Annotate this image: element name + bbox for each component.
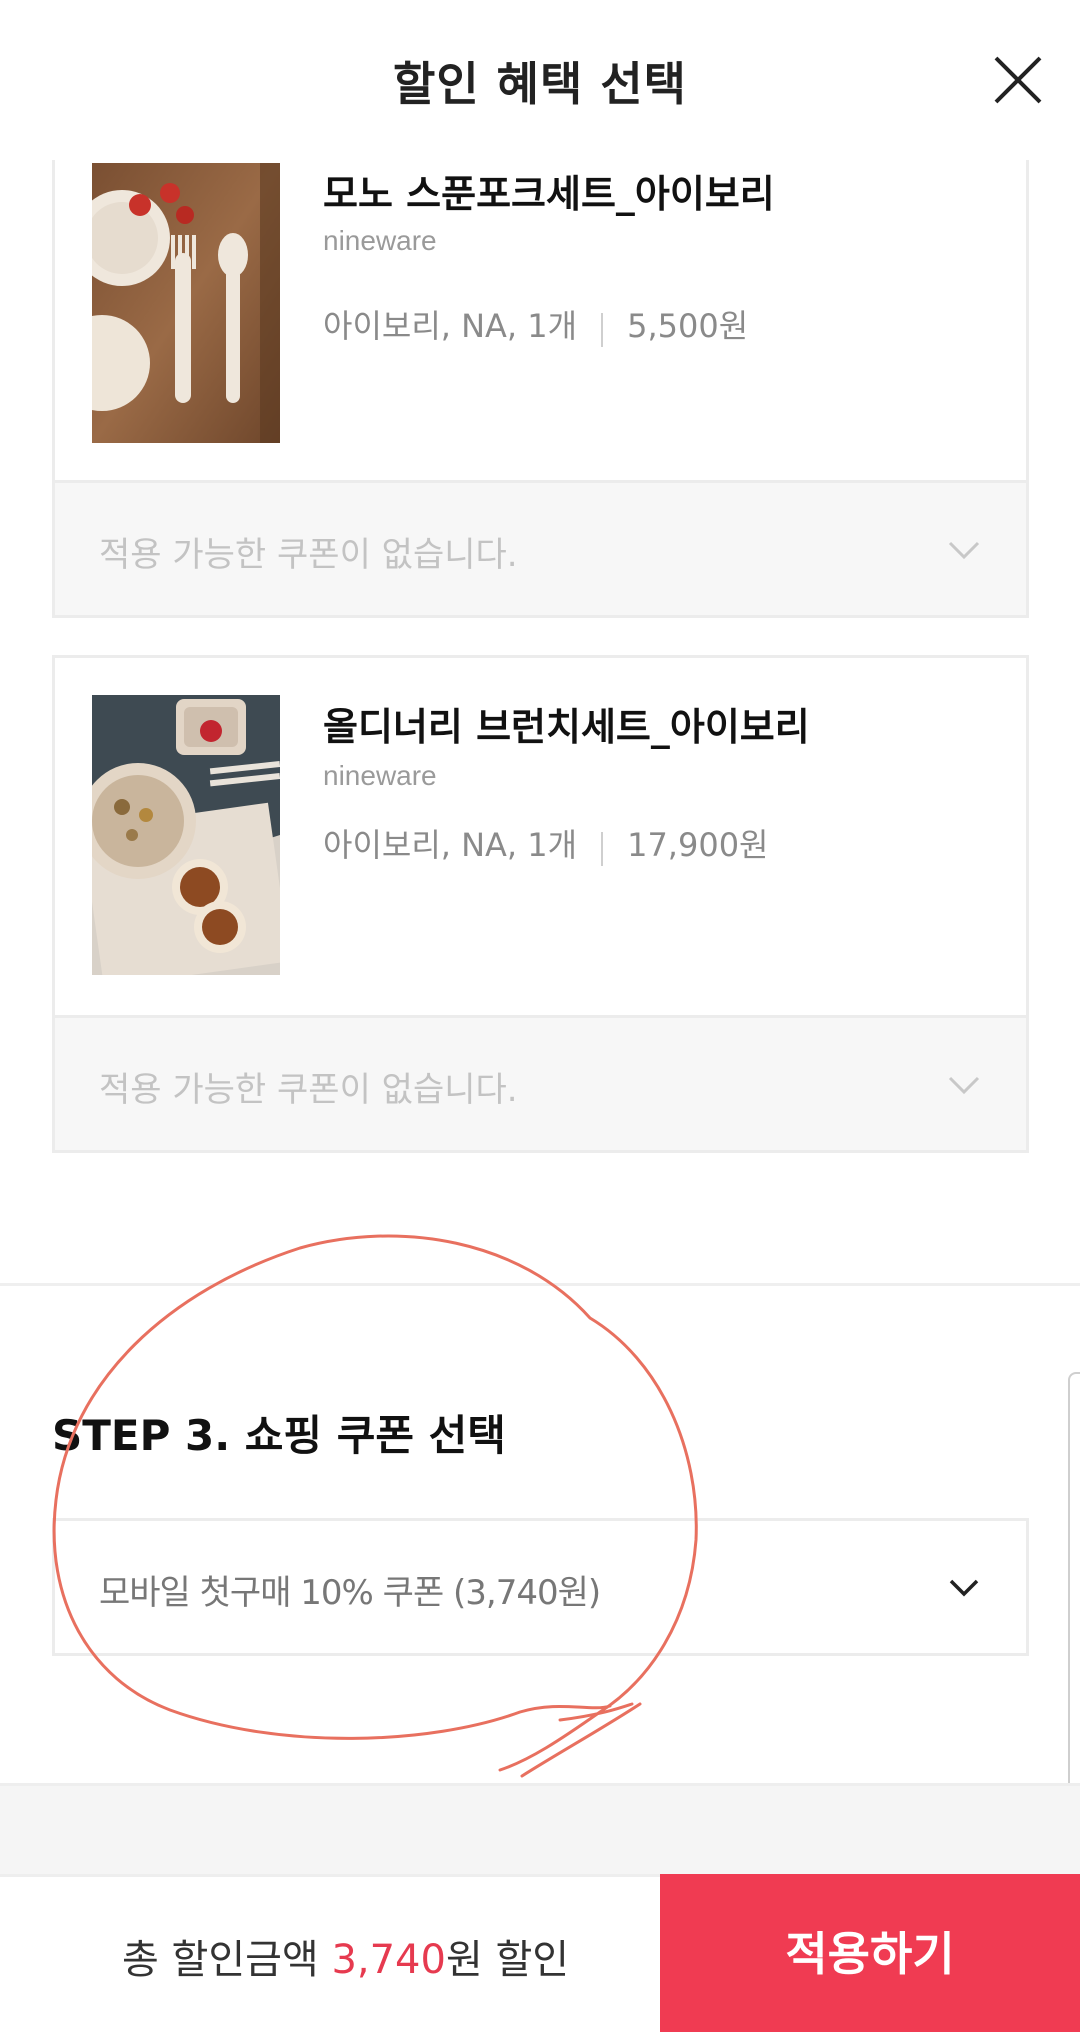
total-amount: 3,740	[331, 1937, 446, 1983]
product-brand: nineware	[323, 225, 437, 256]
coupon-empty-text: 적용 가능한 쿠폰이 없습니다.	[99, 1070, 518, 1110]
bottom-bar: 총 할인금액 3,740원 할인 적용하기	[0, 1874, 1080, 2032]
modal-header: 할인 혜택 선택	[0, 0, 1080, 160]
product-info: 올디너리 브런치세트_아이보리 nineware 아이보리, NA, 1개 17…	[55, 658, 1026, 1015]
product-meta: 아이보리, NA, 1개 5,500원	[323, 301, 748, 347]
chevron-down-icon	[949, 1579, 979, 1597]
product-option: 아이보리, NA, 1개	[323, 307, 578, 345]
total-discount: 총 할인금액 3,740원 할인	[122, 1927, 569, 1985]
section-divider	[0, 1283, 1080, 1286]
close-icon	[994, 56, 1042, 104]
meta-divider	[601, 313, 604, 347]
total-prefix: 총 할인금액	[122, 1937, 332, 1983]
chevron-down-icon	[948, 541, 980, 560]
coupon-empty-text: 적용 가능한 쿠폰이 없습니다.	[99, 535, 518, 575]
product-brand: nineware	[323, 760, 437, 791]
product-name: 올디너리 브런치세트_아이보리	[323, 705, 810, 749]
chevron-down-icon	[948, 1076, 980, 1095]
product-meta: 아이보리, NA, 1개 17,900원	[323, 820, 769, 866]
product-card: 올디너리 브런치세트_아이보리 nineware 아이보리, NA, 1개 17…	[52, 655, 1029, 1153]
selected-coupon-text: 모바일 첫구매 10% 쿠폰 (3,740원)	[99, 1573, 601, 1613]
product-image	[92, 163, 280, 443]
apply-button[interactable]: 적용하기	[660, 1874, 1080, 2032]
product-info: 모노 스푼포크세트_아이보리 nineware 아이보리, NA, 1개 5,5…	[55, 123, 1026, 480]
shopping-coupon-select[interactable]: 모바일 첫구매 10% 쿠폰 (3,740원)	[52, 1518, 1029, 1656]
product-card: 모노 스푼포크세트_아이보리 nineware 아이보리, NA, 1개 5,5…	[52, 120, 1029, 618]
product-price: 5,500원	[627, 307, 749, 345]
page-title: 할인 혜택 선택	[393, 57, 687, 111]
product-name: 모노 스푼포크세트_아이보리	[323, 172, 775, 216]
product-option: 아이보리, NA, 1개	[323, 826, 578, 864]
step3-title: STEP 3. 쇼핑 쿠폰 선택	[52, 1411, 506, 1460]
meta-divider	[601, 832, 604, 866]
edge-panel-handle[interactable]	[1068, 1372, 1080, 1802]
footer-spacer	[0, 1783, 1080, 1875]
product-price: 17,900원	[627, 826, 769, 864]
product-coupon-select[interactable]: 적용 가능한 쿠폰이 없습니다.	[55, 1015, 1026, 1150]
total-suffix: 원 할인	[445, 1937, 570, 1983]
close-button[interactable]	[988, 50, 1048, 110]
product-coupon-select[interactable]: 적용 가능한 쿠폰이 없습니다.	[55, 480, 1026, 615]
product-image	[92, 695, 280, 975]
